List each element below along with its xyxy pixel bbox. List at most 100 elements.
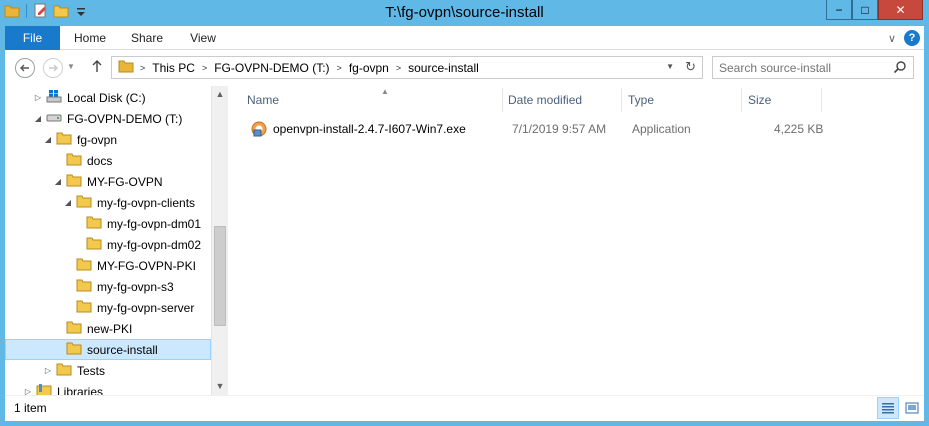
search-icon[interactable] [893, 60, 907, 77]
file-list: ▲ Name Date modified Type Size openvpn-i… [229, 86, 924, 395]
chevron-right-icon[interactable]: > [140, 63, 145, 73]
chevron-right-icon[interactable]: > [396, 63, 401, 73]
breadcrumb: > This PC > FG-OVPN-DEMO (T:) > fg-ovpn … [138, 61, 479, 75]
tree-item-label: my-fg-ovpn-dm02 [107, 237, 202, 252]
file-row[interactable]: openvpn-install-2.4.7-I607-Win7.exe 7/1/… [237, 118, 837, 140]
window-title: T:\fg-ovpn\source-install [385, 4, 544, 21]
folder-icon [86, 214, 102, 233]
folder-icon [86, 235, 102, 254]
tree-item-label: source-install [87, 342, 158, 357]
column-header-name[interactable]: ▲ Name [241, 87, 503, 112]
column-header-size[interactable]: Size [742, 88, 822, 112]
tree-item-label: MY-FG-OVPN-PKI [97, 258, 196, 273]
tab-home[interactable]: Home [65, 26, 115, 50]
expand-ribbon-icon[interactable]: ∨ [888, 32, 896, 45]
tree-item-label: my-fg-ovpn-s3 [97, 279, 174, 294]
tree-item-label: my-fg-ovpn-clients [97, 195, 196, 210]
maximize-button[interactable]: □ [852, 0, 878, 20]
libraries-icon [36, 382, 52, 395]
folder-icon [66, 340, 82, 359]
file-name: openvpn-install-2.4.7-I607-Win7.exe [273, 122, 466, 136]
breadcrumb-source-install[interactable]: source-install [408, 61, 479, 75]
column-header-label: Date modified [508, 93, 583, 107]
large-icons-view-icon [905, 402, 919, 414]
large-icons-view-button[interactable] [901, 397, 923, 419]
tree-item-my-fg-ovpn[interactable]: ◢ MY-FG-OVPN [5, 171, 211, 192]
tree-item-label: new-PKI [87, 321, 133, 336]
recent-locations-icon[interactable]: ▼ [67, 62, 75, 71]
tree-item-my-fg-ovpn-dm02[interactable]: my-fg-ovpn-dm02 [5, 234, 211, 255]
help-icon[interactable]: ? [904, 30, 920, 46]
tree-item-label: MY-FG-OVPN [87, 174, 163, 189]
details-view-button[interactable] [877, 397, 899, 419]
tree-item-my-fg-ovpn-s3[interactable]: my-fg-ovpn-s3 [5, 276, 211, 297]
collapse-arrow-icon[interactable]: ◢ [33, 114, 43, 123]
refresh-icon[interactable]: ↻ [685, 59, 696, 75]
tree-item-fg-ovpn-demo[interactable]: ◢ FG-OVPN-DEMO (T:) [5, 108, 211, 129]
address-dropdown-icon[interactable]: ▼ [666, 62, 674, 71]
tree-item-my-fg-ovpn-dm01[interactable]: my-fg-ovpn-dm01 [5, 213, 211, 234]
collapse-arrow-icon[interactable]: ◢ [53, 177, 63, 186]
ribbon-tabs: File Home Share View ∨ ? [5, 26, 924, 50]
tree-item-my-fg-ovpn-pki[interactable]: MY-FG-OVPN-PKI [5, 255, 211, 276]
expand-arrow-icon[interactable]: ▷ [23, 387, 33, 395]
tree-item-docs[interactable]: docs [5, 150, 211, 171]
scroll-up-icon[interactable]: ▲ [212, 86, 228, 103]
tab-view[interactable]: View [178, 26, 228, 50]
tree-item-source-install[interactable]: source-install [5, 339, 211, 360]
column-header-type[interactable]: Type [622, 88, 742, 112]
breadcrumb-this-pc[interactable]: This PC [152, 61, 195, 75]
tree-item-my-fg-ovpn-server[interactable]: my-fg-ovpn-server [5, 297, 211, 318]
folder-icon [76, 298, 92, 317]
breadcrumb-drive[interactable]: FG-OVPN-DEMO (T:) [214, 61, 329, 75]
installer-icon [251, 121, 267, 140]
tree-item-fg-ovpn[interactable]: ◢ fg-ovpn [5, 129, 211, 150]
tree-item-label: docs [87, 153, 113, 168]
column-header-date-modified[interactable]: Date modified [502, 88, 622, 112]
search-box[interactable] [712, 56, 914, 79]
expand-arrow-icon[interactable]: ▷ [33, 93, 43, 102]
tree-item-label: FG-OVPN-DEMO (T:) [67, 111, 183, 126]
navigation-pane: ▷ Local Disk (C:) ◢ FG-OVPN-DEMO (T:) ◢ … [5, 86, 228, 395]
expand-arrow-icon[interactable]: ▷ [43, 366, 53, 375]
nav-scrollbar[interactable]: ▲ ▼ [211, 86, 228, 395]
folder-icon [76, 193, 92, 212]
file-date-modified: 7/1/2019 9:57 AM [512, 122, 607, 136]
drive-icon [46, 88, 62, 107]
usb-drive-icon [46, 109, 62, 128]
tree-item-label: Libraries [57, 384, 104, 396]
chevron-right-icon[interactable]: > [337, 63, 342, 73]
collapse-arrow-icon[interactable]: ◢ [43, 135, 53, 144]
folder-icon [66, 172, 82, 191]
close-button[interactable]: ✕ [878, 0, 923, 20]
breadcrumb-fg-ovpn[interactable]: fg-ovpn [349, 61, 389, 75]
address-bar[interactable]: > This PC > FG-OVPN-DEMO (T:) > fg-ovpn … [111, 56, 703, 79]
collapse-arrow-icon[interactable]: ◢ [63, 198, 73, 207]
sort-ascending-icon: ▲ [381, 87, 389, 96]
minimize-button[interactable]: − [826, 0, 852, 20]
scroll-down-icon[interactable]: ▼ [212, 378, 228, 395]
back-button[interactable] [15, 58, 35, 78]
tree-item-local-disk[interactable]: ▷ Local Disk (C:) [5, 87, 211, 108]
tree-item-label: fg-ovpn [77, 132, 118, 147]
folder-icon [118, 58, 134, 77]
up-button[interactable] [91, 59, 103, 76]
tree-item-libraries[interactable]: ▷ Libraries [5, 381, 211, 395]
forward-button[interactable] [43, 58, 63, 78]
search-input[interactable] [719, 60, 889, 75]
tab-file[interactable]: File [5, 26, 60, 50]
status-bar: 1 item [5, 395, 924, 421]
scrollbar-thumb[interactable] [214, 226, 226, 326]
window-controls: − □ ✕ [826, 0, 923, 20]
folder-icon [56, 361, 72, 380]
column-header-label: Type [628, 93, 655, 107]
tree-item-label: Tests [77, 363, 106, 378]
tree-item-tests[interactable]: ▷ Tests [5, 360, 211, 381]
tree-item-label: my-fg-ovpn-server [97, 300, 195, 315]
tree-item-my-fg-ovpn-clients[interactable]: ◢ my-fg-ovpn-clients [5, 192, 211, 213]
folder-icon [76, 256, 92, 275]
tree-item-new-pki[interactable]: new-PKI [5, 318, 211, 339]
chevron-right-icon[interactable]: > [202, 63, 207, 73]
tab-share[interactable]: Share [122, 26, 172, 50]
folder-icon [76, 277, 92, 296]
